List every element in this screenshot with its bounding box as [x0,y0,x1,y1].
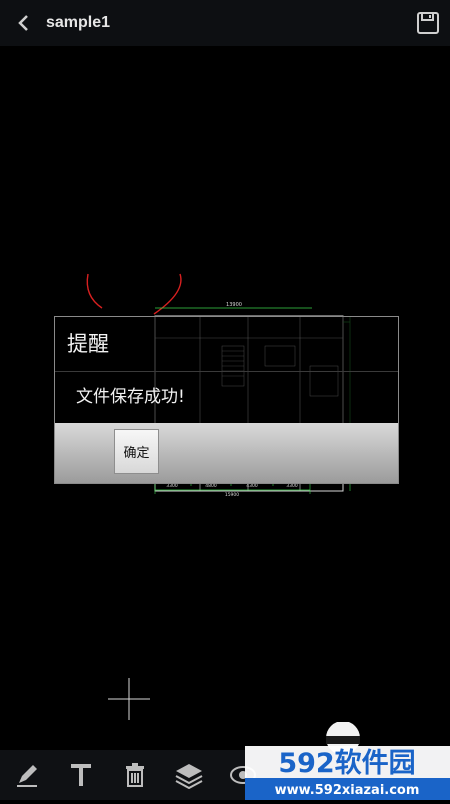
eye-icon [230,766,256,784]
bottom-dimension-label: 15900 [225,492,239,498]
text-icon [71,764,91,786]
draw-tool-button[interactable] [0,750,54,800]
top-dimension-label: 13900 [226,302,242,308]
save-success-dialog: 提醒 文件保存成功! 确定 [54,316,399,484]
dialog-message: 文件保存成功! [76,387,185,407]
bottom-toolbar [0,750,450,800]
view-tool-button[interactable] [216,750,270,800]
app-header: sample1 [0,0,450,46]
back-button[interactable] [0,0,46,46]
trash-icon [126,763,144,787]
dialog-button-bar: 确定 [55,423,398,483]
ok-button[interactable]: 确定 [114,429,159,474]
layers-tool-button[interactable] [162,750,216,800]
file-title: sample1 [46,14,111,31]
dialog-title: 提醒 [55,317,398,372]
crosshair-cursor-icon[interactable] [108,678,150,720]
save-button[interactable] [416,11,440,35]
floppy-save-icon [417,12,439,34]
delete-tool-button[interactable] [108,750,162,800]
pen-icon [17,765,37,787]
text-tool-button[interactable] [54,750,108,800]
back-arrow-icon [18,15,28,31]
layers-icon [175,764,203,789]
